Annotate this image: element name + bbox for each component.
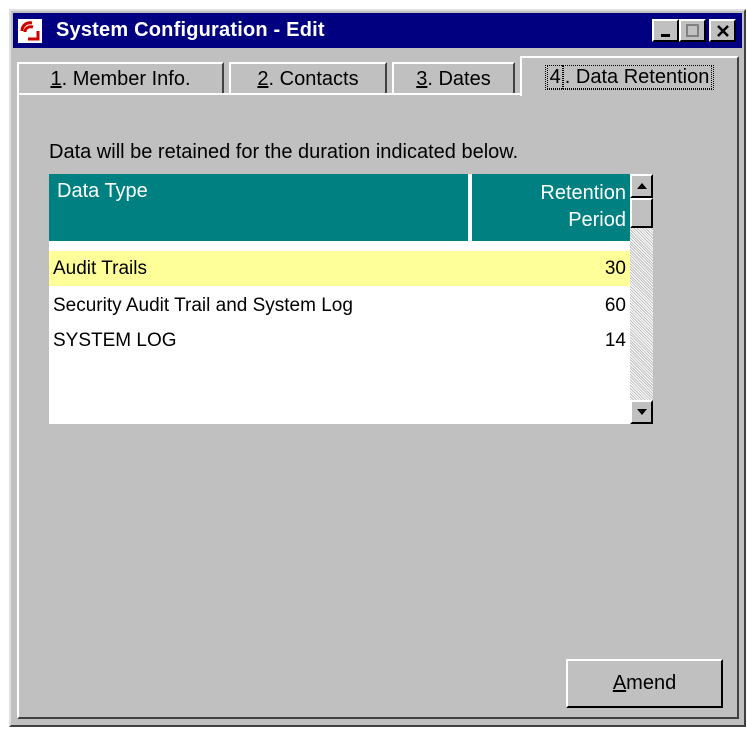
tab-dates[interactable]: 3. Dates <box>392 62 515 94</box>
tab-label: . Dates <box>427 67 491 90</box>
maximize-icon[interactable] <box>679 19 706 42</box>
column-header-line: Retention <box>540 182 626 204</box>
tab-mnemonic: 4 <box>546 64 564 89</box>
cell-retention-period: 30 <box>604 257 626 279</box>
table-row[interactable]: Security Audit Trail and System Log 60 <box>49 288 630 323</box>
retention-table[interactable]: Data Type Retention Period Audit Trails … <box>49 174 653 424</box>
tab-member-info[interactable]: 1. Member Info. <box>17 62 224 94</box>
scroll-down-icon[interactable] <box>630 400 653 424</box>
cell-data-type: Audit Trails <box>53 257 147 279</box>
tab-label: . Contacts <box>268 67 359 90</box>
retention-description: Data will be retained for the duration i… <box>49 141 519 163</box>
tab-strip: 1. Member Info. 2. Contacts 3. Dates 4. … <box>17 56 741 96</box>
title-bar[interactable]: System Configuration - Edit <box>13 13 742 48</box>
system-configuration-window: System Configuration - Edit 1. Member In… <box>9 9 746 727</box>
column-header-line: Period <box>568 209 626 231</box>
cell-data-type: Security Audit Trail and System Log <box>53 294 353 316</box>
tab-mnemonic: 2 <box>257 67 269 90</box>
tab-contacts[interactable]: 2. Contacts <box>229 62 387 94</box>
vertical-scrollbar[interactable] <box>630 174 653 424</box>
column-header-data-type[interactable]: Data Type <box>49 174 470 241</box>
tab-label: . Data Retention <box>561 64 713 89</box>
tab-mnemonic: 3 <box>416 67 428 90</box>
window-title: System Configuration - Edit <box>56 19 325 41</box>
table-row[interactable]: Audit Trails 30 <box>49 251 630 286</box>
table-row[interactable]: SYSTEM LOG 14 <box>49 323 630 358</box>
scroll-thumb[interactable] <box>630 198 653 228</box>
tab-label-focused: 4. Data Retention <box>544 64 715 90</box>
scroll-up-icon[interactable] <box>630 174 653 198</box>
window-controls <box>652 19 736 42</box>
amend-button[interactable]: Amend <box>566 659 723 708</box>
tab-mnemonic: 1 <box>50 67 62 90</box>
minimize-icon[interactable] <box>652 19 679 42</box>
tab-data-retention[interactable]: 4. Data Retention <box>520 56 739 96</box>
button-label: mend <box>626 672 677 694</box>
close-icon[interactable] <box>709 19 736 42</box>
tab-label: . Member Info. <box>61 67 191 90</box>
cell-retention-period: 14 <box>604 329 626 351</box>
cell-retention-period: 60 <box>604 294 626 316</box>
button-mnemonic: A <box>612 672 627 694</box>
app-logo-icon[interactable] <box>18 18 42 43</box>
column-header-retention-period[interactable]: Retention Period <box>472 174 630 241</box>
cell-data-type: SYSTEM LOG <box>53 329 177 351</box>
